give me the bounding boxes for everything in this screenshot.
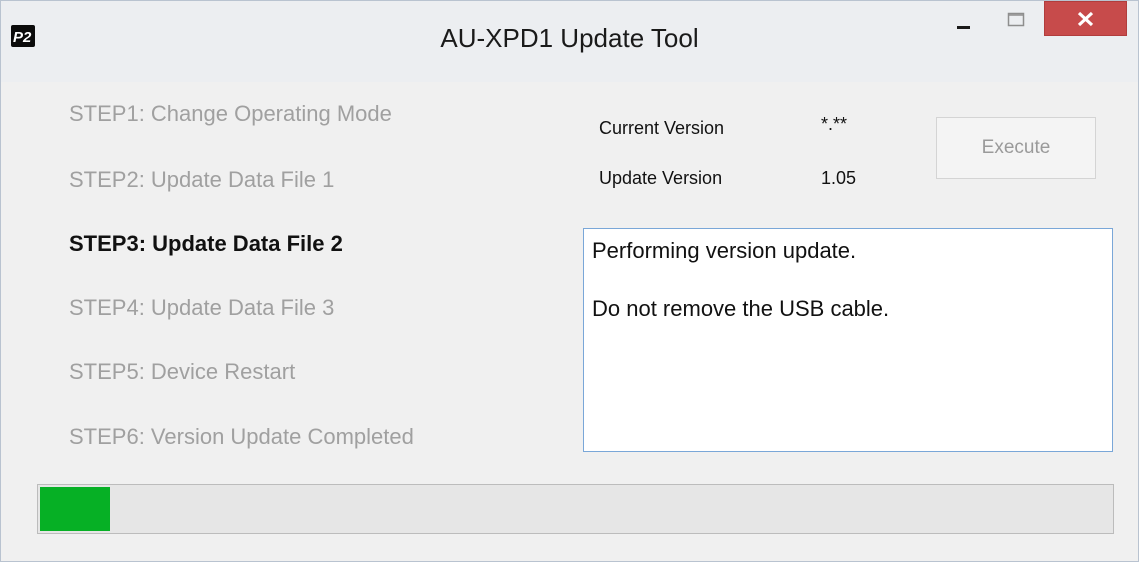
step-1: STEP1: Change Operating Mode (69, 101, 392, 126)
minimize-button[interactable] (943, 1, 983, 38)
update-tool-window: P2 AU-XPD1 Update Tool STEP1: Change Ope… (0, 0, 1139, 562)
update-version-label: Update Version (599, 168, 723, 188)
execute-button[interactable]: Execute (936, 117, 1096, 179)
status-message-box[interactable]: Performing version update. Do not remove… (583, 228, 1113, 452)
close-icon (1077, 11, 1094, 27)
minimize-icon (957, 26, 970, 29)
title-bar[interactable]: P2 AU-XPD1 Update Tool (1, 1, 1138, 82)
current-version-value: *.** (821, 114, 848, 134)
close-button[interactable] (1044, 1, 1127, 36)
step-2: STEP2: Update Data File 1 (69, 167, 335, 192)
current-version-label: Current Version (599, 118, 725, 138)
step-3-active: STEP3: Update Data File 2 (69, 231, 343, 256)
step-4: STEP4: Update Data File 3 (69, 295, 335, 320)
maximize-icon (1007, 12, 1025, 27)
status-message-line-1: Performing version update. (592, 238, 857, 263)
status-message-line-2: Do not remove the USB cable. (592, 296, 890, 321)
update-version-value: 1.05 (821, 168, 857, 188)
progress-bar (37, 484, 1114, 534)
step-5: STEP5: Device Restart (69, 359, 296, 384)
progress-bar-fill (40, 487, 110, 531)
step-6: STEP6: Version Update Completed (69, 424, 414, 449)
content-area: STEP1: Change Operating Mode STEP2: Upda… (9, 82, 1130, 549)
maximize-button[interactable] (996, 1, 1036, 38)
